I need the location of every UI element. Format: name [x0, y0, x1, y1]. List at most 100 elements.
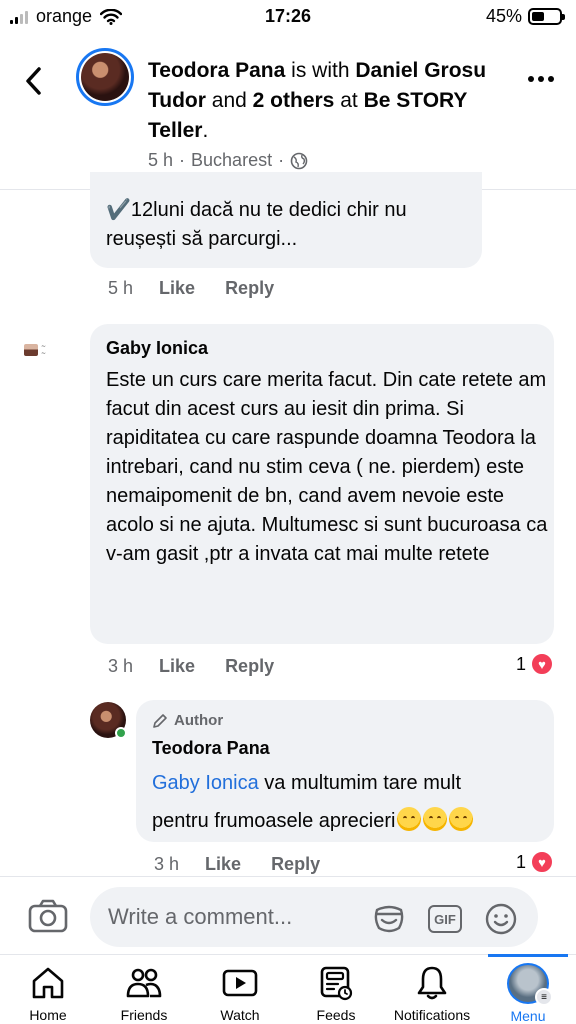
- heart-icon: ♥: [530, 652, 555, 676]
- gif-label: GIF: [434, 911, 456, 927]
- like-button[interactable]: Like: [159, 656, 195, 677]
- comment-actions: 5 h Like Reply: [108, 278, 304, 299]
- watch-icon: [222, 969, 258, 997]
- reaction-count: 1: [516, 851, 527, 872]
- comment-text-line: Gaby Ionica va multumim tare mult: [152, 764, 552, 802]
- more-icon: [528, 76, 534, 82]
- pencil-icon: [153, 713, 167, 728]
- more-button[interactable]: [528, 76, 554, 82]
- comment-text: ✔️12luni dacă nu te dedici chir nu reușe…: [106, 196, 476, 254]
- author-badge: Author: [152, 712, 223, 733]
- author-badge-row: Author: [152, 712, 223, 729]
- cake-icon: [24, 344, 38, 356]
- comment-actions: 3 h Like Reply: [108, 656, 304, 677]
- mention-link[interactable]: Gaby Ionica: [152, 772, 259, 794]
- home-icon: [32, 967, 64, 999]
- comment-bubble[interactable]: ✔️12luni dacă nu te dedici chir nu reușe…: [90, 172, 482, 268]
- back-icon: [26, 67, 41, 95]
- status-right: 45%: [485, 6, 565, 27]
- status-bar: orange 17:26 45%: [0, 0, 576, 34]
- avatar-sticker-button[interactable]: [372, 902, 406, 936]
- nav-label: Home: [29, 1007, 67, 1023]
- commenter-avatar[interactable]: ~ ~: [24, 336, 64, 364]
- post-meta: 5 h · Bucharest ·: [148, 150, 308, 171]
- gif-button[interactable]: GIF: [428, 902, 462, 936]
- reaction-summary[interactable]: 1 ♥: [516, 850, 555, 874]
- comment-text-line: ✔️12luni dacă nu te dedici chir nu: [106, 199, 407, 221]
- menu-avatar: ≡: [507, 963, 553, 1006]
- back-button[interactable]: [22, 64, 50, 98]
- title-period: .: [202, 119, 209, 142]
- reply-bubble[interactable]: Author Teodora Pana Gaby Ionica va multu…: [136, 700, 554, 842]
- gif-icon: GIF: [428, 905, 462, 933]
- author-avatar[interactable]: [76, 48, 134, 106]
- author-badge-label: Author: [174, 712, 224, 729]
- post-time[interactable]: 5 h: [148, 150, 173, 171]
- at-text: at: [340, 89, 358, 112]
- post-location[interactable]: Bucharest: [191, 150, 272, 171]
- battery-icon: [528, 8, 565, 25]
- battery-fill: [532, 12, 544, 21]
- comment-text-line: pentru frumoasele aprecieri: [152, 802, 552, 840]
- comment-text-segment: va multumim tare mult: [258, 772, 461, 794]
- camera-button[interactable]: [28, 899, 68, 933]
- nav-label: Notifications: [393, 1007, 471, 1023]
- reply-button[interactable]: Reply: [225, 656, 274, 677]
- comment-text: Gaby Ionica va multumim tare mult pentru…: [152, 764, 552, 840]
- author-name[interactable]: Teodora Pana: [148, 59, 285, 82]
- nav-home[interactable]: Home: [0, 955, 96, 1024]
- like-button[interactable]: Like: [205, 854, 241, 875]
- feeds-icon: [320, 966, 353, 1001]
- comment-text-line: reușești să parcurgi...: [106, 228, 298, 250]
- nav-menu[interactable]: ≡ Menu: [480, 954, 576, 1024]
- bottom-nav: Home Friends Watch Feeds Notifications ≡…: [0, 954, 576, 1024]
- emoji-button[interactable]: [484, 902, 518, 936]
- comment-text: Este un curs care merita facut. Din cate…: [106, 369, 548, 565]
- comment-author[interactable]: Teodora Pana: [152, 738, 270, 759]
- reply-button[interactable]: Reply: [271, 854, 320, 875]
- reaction-count: 1: [516, 653, 527, 674]
- avatar-image: [81, 53, 129, 101]
- meta-separator: ·: [179, 150, 186, 170]
- nav-friends[interactable]: Friends: [96, 955, 192, 1024]
- nav-label: Watch: [220, 1007, 260, 1023]
- reply-button[interactable]: Reply: [225, 278, 274, 299]
- friends-icon: [126, 968, 162, 998]
- comment-time[interactable]: 3 h: [108, 656, 133, 677]
- comment-text-segment: pentru frumoasele aprecieri: [152, 810, 396, 832]
- with-text: is with: [291, 59, 350, 82]
- globe-icon: [290, 152, 308, 169]
- nav-feeds[interactable]: Feeds: [288, 955, 384, 1024]
- comment-input[interactable]: [90, 887, 538, 947]
- comment-bubble[interactable]: Gaby Ionica Este un curs care merita fac…: [90, 324, 554, 644]
- meta-separator: ·: [278, 150, 285, 170]
- nav-notifications[interactable]: Notifications: [384, 955, 480, 1024]
- comment-time[interactable]: 3 h: [154, 854, 179, 875]
- and-text: and: [211, 89, 247, 112]
- camera-icon: [28, 899, 68, 933]
- comment-actions: 3 h Like Reply: [154, 854, 350, 875]
- comment-time[interactable]: 5 h: [108, 278, 133, 299]
- hugging-face-emoji: [423, 807, 448, 831]
- nav-watch[interactable]: Watch: [192, 955, 288, 1024]
- hamburger-icon: ≡: [535, 988, 553, 1006]
- comment-composer: GIF: [0, 876, 576, 954]
- like-button[interactable]: Like: [159, 278, 195, 299]
- bell-icon: [417, 966, 447, 1000]
- smiley-icon: [485, 903, 517, 935]
- avatar-sticker-icon: [374, 905, 404, 933]
- battery-percent: 45%: [485, 6, 522, 26]
- comment-author[interactable]: Gaby Ionica: [106, 338, 208, 359]
- post-title: Teodora Pana is with Daniel Grosu Tudor …: [148, 56, 518, 146]
- nav-label: Menu: [510, 1008, 546, 1024]
- hugging-face-emoji: [449, 807, 474, 831]
- heart-icon: ♥: [530, 850, 555, 874]
- post-header: Teodora Pana is with Daniel Grosu Tudor …: [0, 40, 576, 190]
- hugging-face-emoji: [397, 807, 422, 831]
- nav-label: Feeds: [316, 1007, 356, 1023]
- online-status-dot: [115, 727, 127, 739]
- reaction-summary[interactable]: 1 ♥: [516, 652, 555, 676]
- nav-label: Friends: [120, 1007, 168, 1023]
- tagged-others[interactable]: 2 others: [253, 89, 335, 112]
- avatar-logo: ~ ~: [41, 343, 47, 357]
